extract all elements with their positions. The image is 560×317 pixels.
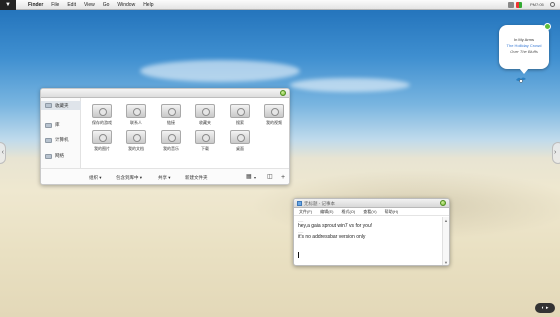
bird-icon[interactable] (516, 76, 526, 83)
scroll-down-icon[interactable]: ▼ (444, 260, 448, 265)
folder-label: 我的图片 (94, 146, 110, 151)
notepad-menubar: 文件(F) 编辑(E) 格式(O) 查看(V) 帮助(H) (294, 208, 449, 216)
bubble-status-icon (544, 23, 551, 30)
menu-format[interactable]: 格式(O) (341, 209, 355, 215)
apple-menu-icon[interactable]: ▼ (0, 0, 16, 10)
folder-icon (195, 130, 215, 144)
close-button[interactable] (280, 90, 286, 96)
menu-view[interactable]: 查看(V) (363, 209, 376, 215)
plus-icon[interactable]: + (281, 174, 285, 181)
folder-videos[interactable]: 我的视频 (259, 104, 289, 126)
folder-label: 桌面 (236, 146, 244, 151)
menu-window[interactable]: Window (117, 2, 135, 8)
menu-go[interactable]: Go (103, 2, 110, 8)
menu-file[interactable]: File (51, 2, 59, 8)
folder-downloads[interactable]: 下载 (190, 130, 220, 152)
explorer-toolbar: 组织 ▾ 包含到库中 ▾ 共享 ▾ 新建文件夹 ▦ ▾ ◫ + (41, 168, 289, 184)
search-icon[interactable] (550, 2, 555, 7)
preview-pane-icon[interactable]: ◫ (267, 174, 273, 180)
cloud (140, 60, 300, 82)
explorer-titlebar[interactable] (41, 89, 289, 98)
now-playing-bubble[interactable]: In My Arms The Holliday Crowd Over The B… (499, 23, 551, 74)
sidebar-item-network[interactable]: 网络 (45, 153, 64, 159)
menu-edit[interactable]: 编辑(E) (320, 209, 333, 215)
star-icon (45, 103, 52, 108)
chevron-down-icon[interactable]: ▾ (254, 175, 256, 180)
folder-searches[interactable]: 搜索 (225, 104, 255, 126)
folder-icon (92, 130, 112, 144)
folder-documents[interactable]: 我的文档 (121, 130, 151, 152)
folder-icon (264, 104, 284, 118)
volume-icon[interactable] (508, 2, 514, 8)
folder-label: 我的音乐 (163, 146, 179, 151)
menu-help[interactable]: Help (143, 2, 153, 8)
folder-label: 我的视频 (266, 120, 282, 125)
library-icon (45, 122, 52, 128)
sidebar-item-label: 计算机 (55, 137, 69, 142)
sidebar-item-label: 网络 (55, 153, 64, 158)
menu-bar: ▼ Finder File Edit View Go Window Help P… (0, 0, 560, 10)
organize-button[interactable]: 组织 ▾ (89, 175, 102, 181)
notepad-titlebar[interactable]: 无标题 - 记事本 (294, 199, 449, 208)
next-space-button[interactable]: › (552, 142, 560, 164)
folder-label: 收藏夹 (199, 120, 211, 125)
text-line: it's no addressbar version only (298, 233, 366, 240)
sidebar-item-favorites[interactable]: 收藏夹 (41, 101, 81, 110)
notepad-icon (297, 201, 302, 206)
sidebar-item-computer[interactable]: 计算机 (45, 137, 69, 143)
folder-icon (92, 104, 112, 118)
notepad-text-area[interactable]: ---- hey,a gaia sprout win7 vs for you! … (298, 219, 438, 240)
menu-file[interactable]: 文件(F) (299, 209, 312, 215)
clock[interactable]: PM7:05 (530, 2, 544, 7)
folder-icon (161, 104, 181, 118)
sidebar-item-label: 收藏夹 (55, 102, 69, 108)
sidebar-item-label: 库 (55, 122, 60, 127)
folder-saved-games[interactable]: 保存的游戏 (87, 104, 117, 126)
folder-music[interactable]: 我的音乐 (156, 130, 186, 152)
folder-icon (161, 130, 181, 144)
explorer-sidebar: 收藏夹 库 计算机 网络 (41, 98, 81, 168)
folder-favorites[interactable]: 收藏夹 (190, 104, 220, 126)
sidebar-item-libraries[interactable]: 库 (45, 122, 60, 128)
folder-label: 下载 (201, 146, 209, 151)
folder-icon (230, 130, 250, 144)
text-cursor (298, 252, 299, 258)
notepad-window: 无标题 - 记事本 文件(F) 编辑(E) 格式(O) 查看(V) 帮助(H) … (293, 198, 450, 266)
folder-label: 我的文档 (128, 146, 144, 151)
folder-pictures[interactable]: 我的图片 (87, 130, 117, 152)
close-button[interactable] (440, 200, 446, 206)
dock-toggle-button[interactable]: ◐ ▸ (535, 303, 555, 313)
vertical-scrollbar[interactable]: ▲ ▼ (442, 217, 449, 265)
folder-label: 链接 (167, 120, 175, 125)
network-icon (45, 153, 52, 159)
folder-icon (126, 130, 146, 144)
menu-edit[interactable]: Edit (67, 2, 76, 8)
folder-icon (230, 104, 250, 118)
flag-icon[interactable] (516, 2, 522, 8)
view-grid-icon[interactable]: ▦ (246, 174, 252, 180)
folder-links[interactable]: 链接 (156, 104, 186, 126)
scroll-up-icon[interactable]: ▲ (444, 218, 448, 223)
folder-icon (195, 104, 215, 118)
folder-contacts[interactable]: 联系人 (121, 104, 151, 126)
previous-space-button[interactable]: ‹ (0, 142, 6, 164)
folder-icon (126, 104, 146, 118)
new-folder-button[interactable]: 新建文件夹 (185, 175, 208, 181)
folder-label: 联系人 (130, 120, 142, 125)
folder-desktop[interactable]: 桌面 (225, 130, 255, 152)
include-in-library-button[interactable]: 包含到库中 ▾ (116, 175, 142, 181)
menu-view[interactable]: View (84, 2, 95, 8)
window-title: 无标题 - 记事本 (304, 201, 335, 206)
menu-help[interactable]: 帮助(H) (385, 209, 399, 215)
cloud (290, 78, 410, 92)
computer-icon (45, 137, 52, 143)
explorer-window: 收藏夹 库 计算机 网络 保存的游戏 联系人 链接 收藏夹 搜索 我的视频 我的… (40, 88, 290, 185)
folder-label: 搜索 (236, 120, 244, 125)
share-button[interactable]: 共享 ▾ (158, 175, 171, 181)
bubble-album: Over The Bluffs (510, 49, 538, 54)
menu-finder[interactable]: Finder (28, 2, 43, 8)
folder-label: 保存的游戏 (92, 120, 112, 125)
